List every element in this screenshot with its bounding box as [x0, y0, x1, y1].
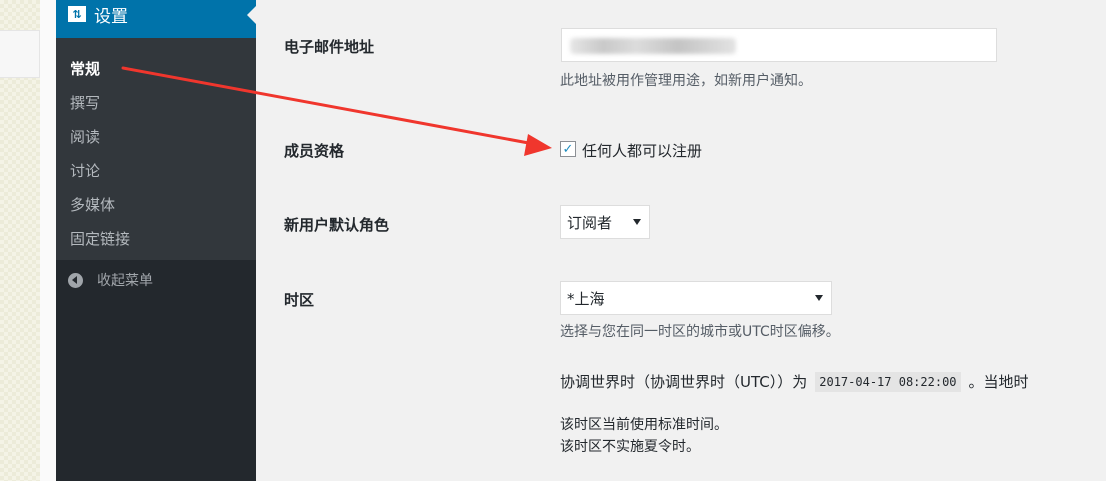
default-role-value: 订阅者 — [567, 213, 613, 232]
sidebar-item-settings[interactable]: ⇅ 设置 — [56, 0, 256, 38]
collapse-menu-label: 收起菜单 — [97, 273, 153, 289]
timezone-value: *上海 — [567, 289, 605, 308]
submenu-item-permalinks[interactable]: 固定链接 — [56, 222, 256, 256]
timezone-label: 时区 — [284, 291, 315, 309]
submenu-item-media[interactable]: 多媒体 — [56, 188, 256, 222]
utc-time-value: 2017-04-17 08:22:00 — [815, 371, 961, 392]
sidebar-header-label: 设置 — [94, 6, 128, 27]
settings-icon: ⇅ — [68, 6, 86, 22]
chevron-down-icon — [815, 295, 823, 301]
settings-submenu: 常规 撰写 阅读 讨论 多媒体 固定链接 — [56, 38, 256, 260]
timezone-select[interactable]: *上海 — [560, 281, 832, 315]
email-label: 电子邮件地址 — [284, 38, 375, 56]
admin-sidebar: ⇅ 设置 常规 撰写 阅读 讨论 多媒体 固定链接 收起菜单 — [56, 0, 256, 481]
current-menu-pointer — [247, 6, 256, 24]
email-field[interactable] — [561, 28, 997, 62]
utc-suffix: 。当地时 — [968, 373, 1029, 391]
anyone-can-register-label[interactable]: 任何人都可以注册 — [582, 140, 702, 161]
utc-time-line: 协调世界时（协调世界时（UTC））为 2017-04-17 08:22:00 。… — [560, 371, 1029, 392]
submenu-item-reading[interactable]: 阅读 — [56, 120, 256, 154]
settings-main: 电子邮件地址 此地址被用作管理用途，如新用户通知。 成员资格 ✓ 任何人都可以注… — [256, 0, 1106, 481]
outer-page-panel — [0, 30, 40, 78]
submenu-item-writing[interactable]: 撰写 — [56, 86, 256, 120]
outer-page-gap — [40, 0, 56, 481]
default-role-label: 新用户默认角色 — [284, 216, 390, 234]
anyone-can-register-checkbox[interactable]: ✓ — [560, 141, 576, 157]
collapse-arrow-icon — [68, 272, 83, 288]
dst-note-2: 该时区不实施夏令时。 — [560, 439, 700, 455]
redacted-email-value — [570, 38, 736, 54]
dst-note-1: 该时区当前使用标准时间。 — [560, 417, 728, 433]
submenu-item-discussion[interactable]: 讨论 — [56, 154, 256, 188]
membership-label: 成员资格 — [284, 142, 345, 160]
utc-prefix: 协调世界时（协调世界时（UTC））为 — [560, 373, 808, 391]
collapse-menu-button[interactable]: 收起菜单 — [56, 268, 256, 292]
timezone-description: 选择与您在同一时区的城市或UTC时区偏移。 — [560, 324, 840, 340]
email-description: 此地址被用作管理用途，如新用户通知。 — [560, 73, 812, 89]
default-role-select[interactable]: 订阅者 — [560, 205, 650, 239]
chevron-down-icon — [633, 219, 641, 225]
submenu-item-general[interactable]: 常规 — [56, 52, 256, 86]
